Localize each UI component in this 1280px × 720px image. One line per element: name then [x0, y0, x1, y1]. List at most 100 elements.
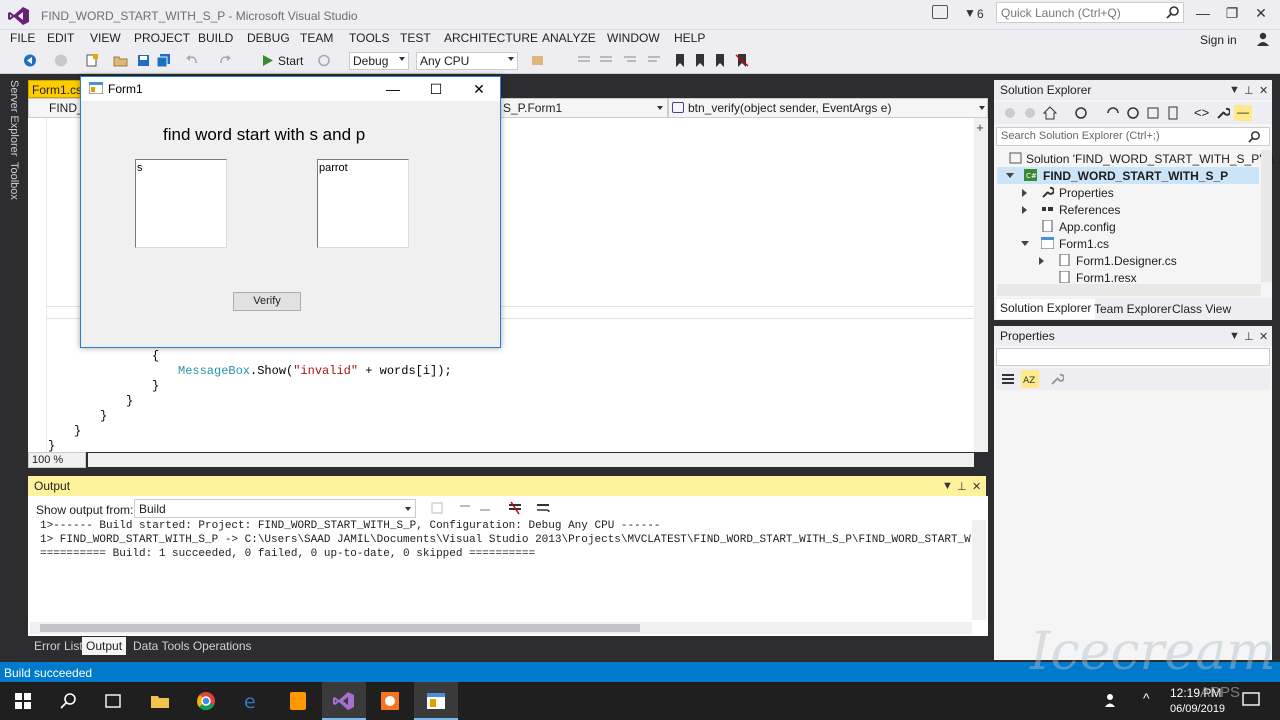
dropdown-arrow-icon[interactable]: ▼ [1229, 84, 1240, 96]
chrome-icon[interactable] [195, 690, 217, 712]
menu-view[interactable]: VIEW [90, 31, 121, 45]
properties-wrench-icon[interactable] [1216, 106, 1230, 120]
home-icon[interactable] [1043, 106, 1057, 120]
menu-build[interactable]: BUILD [198, 31, 233, 45]
document-tab-form1-cs[interactable]: Form1.cs [28, 80, 84, 98]
search-icon[interactable] [1248, 130, 1261, 143]
search-icon[interactable] [1166, 5, 1180, 19]
output-scroll-thumb[interactable] [40, 624, 640, 632]
tab-class-view[interactable]: Class View [1172, 302, 1231, 316]
configuration-select[interactable]: Debug [349, 52, 409, 70]
split-editor-icon[interactable]: + [974, 121, 986, 134]
menu-file[interactable]: FILE [10, 31, 35, 45]
platform-select[interactable]: Any CPU [416, 52, 518, 70]
property-pages-icon[interactable] [1050, 372, 1064, 386]
close-icon[interactable]: ✕ [972, 480, 981, 493]
words-list-textbox[interactable] [317, 159, 409, 248]
indent-icon[interactable] [622, 53, 638, 68]
expand-arrow-icon[interactable] [1022, 189, 1027, 197]
new-project-icon[interactable] [84, 53, 100, 68]
tree-item-form1-designer[interactable]: Form1.Designer.cs [1076, 254, 1177, 268]
visual-studio-icon[interactable] [333, 690, 355, 712]
prev-bookmark-icon[interactable] [692, 53, 708, 68]
maximize-icon[interactable]: ☐ [422, 79, 450, 99]
save-icon[interactable] [136, 53, 152, 68]
search-icon[interactable] [58, 690, 80, 712]
preview-selected-icon[interactable]: — [1234, 105, 1252, 121]
clear-all-icon[interactable] [508, 501, 522, 515]
minimize-icon[interactable]: — [379, 79, 407, 99]
windows-start-icon[interactable] [12, 690, 34, 712]
start-button[interactable]: Start [278, 54, 303, 68]
action-center-icon[interactable] [1242, 692, 1260, 708]
zoom-level-select[interactable]: 100 % [28, 452, 86, 468]
tab-error-list[interactable]: Error List [34, 639, 83, 653]
form-app-icon[interactable] [425, 690, 447, 712]
sync-icon[interactable] [1106, 106, 1120, 120]
menu-analyze[interactable]: ANALYZE [542, 31, 596, 45]
alphabetical-icon[interactable]: AZ [1021, 370, 1039, 388]
menu-window[interactable]: WINDOW [607, 31, 660, 45]
expand-arrow-icon[interactable] [1039, 257, 1044, 265]
find-in-files-icon[interactable] [530, 53, 546, 68]
tree-item-form1-cs[interactable]: Form1.cs [1059, 237, 1109, 251]
show-all-files-icon[interactable] [1166, 106, 1180, 120]
quick-launch-input[interactable]: Quick Launch (Ctrl+Q) [996, 2, 1184, 23]
tree-item-project[interactable]: FIND_WORD_START_WITH_S_P [1043, 169, 1228, 183]
file-explorer-icon[interactable] [149, 690, 171, 712]
categorized-icon[interactable] [1001, 372, 1015, 386]
menu-help[interactable]: HELP [674, 31, 705, 45]
close-icon[interactable]: ✕ [465, 79, 493, 99]
sign-in-link[interactable]: Sign in [1200, 33, 1237, 47]
clock-date[interactable]: 06/09/2019 [1170, 703, 1225, 715]
tab-data-tools-operations[interactable]: Data Tools Operations [133, 639, 252, 653]
navigate-forward-icon[interactable] [53, 53, 69, 68]
member-navigation-dropdown[interactable]: btn_verify(object sender, EventArgs e) [668, 98, 988, 118]
solution-explorer-horizontal-scrollbar[interactable] [997, 284, 1261, 296]
clear-bookmarks-icon[interactable] [734, 53, 750, 68]
tab-team-explorer[interactable]: Team Explorer [1094, 302, 1171, 316]
close-icon[interactable]: ✕ [1252, 5, 1270, 21]
outdent-icon[interactable] [646, 53, 662, 68]
expand-arrow-icon[interactable] [1006, 173, 1014, 178]
forward-icon[interactable] [1024, 107, 1036, 119]
pin-icon[interactable]: ⊥ [1244, 330, 1254, 343]
show-hidden-icons-icon[interactable]: ^ [1143, 690, 1150, 706]
editor-vertical-scrollbar[interactable] [974, 118, 988, 452]
expand-arrow-icon[interactable] [1022, 206, 1027, 214]
editor-horizontal-scrollbar[interactable] [88, 453, 974, 467]
tab-output[interactable]: Output [82, 637, 126, 655]
screen-recorder-icon[interactable] [379, 690, 401, 712]
menu-test[interactable]: TEST [400, 31, 431, 45]
find-message-icon[interactable] [430, 501, 444, 515]
bookmark-icon[interactable] [672, 53, 688, 68]
next-bookmark-icon[interactable] [712, 53, 728, 68]
server-explorer-tab[interactable]: Server Explorer [8, 80, 20, 156]
project-navigation-dropdown[interactable]: FIND_ [28, 98, 88, 118]
edge-icon[interactable]: e [241, 690, 263, 712]
start-icon[interactable] [260, 53, 276, 68]
properties-object-select[interactable] [996, 348, 1270, 366]
output-vertical-scrollbar[interactable] [972, 520, 986, 620]
redo-icon[interactable] [217, 53, 233, 68]
comment-icon[interactable] [576, 53, 592, 68]
save-all-icon[interactable] [156, 53, 172, 68]
refresh-icon[interactable] [316, 53, 332, 68]
expand-arrow-icon[interactable] [1021, 241, 1029, 246]
menu-project[interactable]: PROJECT [134, 31, 190, 45]
navigate-back-icon[interactable] [22, 53, 38, 68]
output-source-select[interactable]: Build [134, 499, 416, 518]
menu-debug[interactable]: DEBUG [247, 31, 290, 45]
open-file-icon[interactable] [113, 53, 129, 68]
task-view-icon[interactable] [102, 690, 124, 712]
uncomment-icon[interactable] [598, 53, 614, 68]
back-icon[interactable] [1004, 107, 1016, 119]
menu-tools[interactable]: TOOLS [349, 31, 389, 45]
toolbox-tab[interactable]: Toolbox [8, 162, 20, 200]
minimize-icon[interactable]: — [1194, 5, 1212, 21]
refresh-icon[interactable] [1126, 106, 1140, 120]
menu-architecture[interactable]: ARCHITECTURE [444, 31, 538, 45]
solution-search-input[interactable]: Search Solution Explorer (Ctrl+;) [996, 127, 1270, 146]
tab-solution-explorer[interactable]: Solution Explorer [996, 299, 1096, 319]
word-input-textbox[interactable] [135, 159, 227, 248]
